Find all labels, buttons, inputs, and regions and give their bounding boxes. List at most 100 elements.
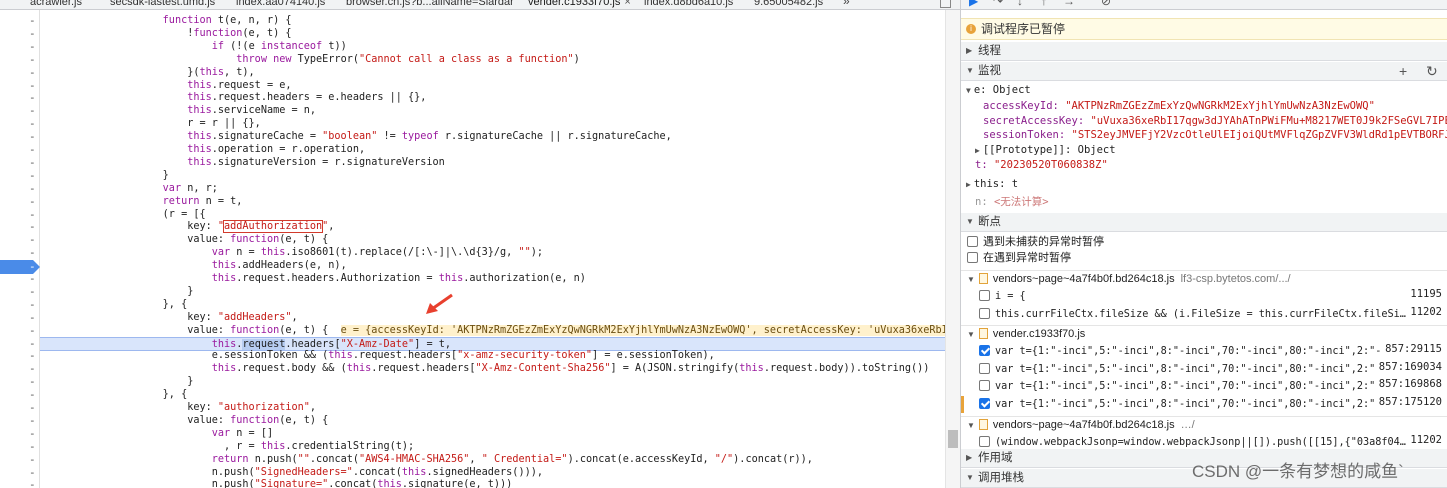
gutter-line[interactable]: - [0,414,40,427]
code-line[interactable]: this.request.headers = e.headers || {}, [40,91,945,104]
breakpoint-row[interactable]: var t={1:"-inci",5:"-inci",8:"-inci",70:… [961,343,1447,360]
step-into-icon[interactable]: ↓ [1017,0,1023,8]
code-line[interactable]: var n = this.iso8601(t).replace(/[:\-]|\… [40,246,945,259]
watch-secret-key[interactable]: secretAccessKey: "uVuxa36xeRbI17qgw3dJYA… [983,114,1447,129]
code-line[interactable]: key: "addAuthorization", [40,220,945,234]
watch-section-header[interactable]: ▼ 监视 + ↻ [961,62,1447,81]
close-tab-icon[interactable]: × [624,0,630,8]
code-line[interactable]: , r = this.credentialString(t); [40,440,945,453]
code-line[interactable]: if (!(e instanceof t)) [40,40,945,53]
deactivate-breakpoints-icon[interactable]: ⊘ [1101,0,1111,8]
gutter-line[interactable]: - [0,182,40,195]
code-line[interactable]: return n = t, [40,195,945,208]
gutter-line[interactable]: - [0,478,40,488]
breakpoint-row[interactable]: var t={1:"-inci",5:"-inci",8:"-inci",70:… [961,360,1447,378]
watch-access-key[interactable]: accessKeyId: "AKTPNzRmZGEzZmExYzQwNGRkM2… [983,99,1375,114]
code-line[interactable]: var n, r; [40,182,945,195]
breakpoint-checkbox[interactable] [979,398,990,409]
breakpoint-checkbox[interactable] [979,345,990,357]
breakpoint-checkbox[interactable] [979,362,990,374]
toggle-panel-icon[interactable] [940,0,951,8]
gutter-line[interactable]: - [0,169,40,182]
more-tabs-icon[interactable]: » [843,0,850,8]
gutter-line[interactable]: - [0,324,40,337]
watch-session-token[interactable]: sessionToken: "STS2eyJMVEFjY2VzcOtleUlEI… [983,128,1447,143]
code-line[interactable]: key: "authorization", [40,401,945,414]
gutter-line[interactable]: - [0,466,40,479]
code-editor[interactable]: ------------------------------------- fu… [0,10,945,488]
scrollbar-thumb[interactable] [948,430,958,448]
watch-t[interactable]: t: "20230520T060838Z" [975,158,1108,173]
gutter-line[interactable]: - [0,362,40,375]
code-line[interactable]: }, { [40,388,945,401]
code-line[interactable]: var n = [] [40,427,945,440]
code-line[interactable]: } [40,285,945,298]
breakpoint-file[interactable]: ▼ vendors~page~4a7f4b0f.bd264c18.js lf3-cs… [961,270,1447,287]
gutter-line[interactable]: - [0,14,40,27]
gutter-line[interactable]: - [0,117,40,130]
gutter-line[interactable]: - [0,130,40,143]
code-line[interactable]: (r = [{ [40,208,945,221]
step-icon[interactable]: → [1063,0,1075,8]
gutter-line[interactable]: - [0,79,40,92]
code-line[interactable]: value: function(e, t) { [40,233,945,246]
gutter-line[interactable]: - [0,298,40,311]
add-watch-icon[interactable]: + [1399,62,1407,80]
breakpoint-checkbox[interactable] [979,307,990,319]
threads-section-header[interactable]: ▶ 线程 [961,42,1447,61]
code-line[interactable]: throw new TypeError("Cannot call a class… [40,53,945,66]
code-line[interactable]: this.signatureCache = "boolean" != typeo… [40,130,945,143]
breakpoint-checkbox[interactable] [979,435,990,447]
code-line[interactable]: value: function(e, t) { [40,414,945,427]
code-line[interactable]: this.operation = r.operation, [40,143,945,156]
code-line[interactable]: this.serviceName = n, [40,104,945,117]
code-line[interactable]: e.sessionToken && (this.request.headers[… [40,349,945,362]
pause-uncaught-checkbox[interactable]: 遇到未捕获的异常时暂停 [967,234,1104,250]
breakpoint-file[interactable]: ▼ vendors~page~4a7f4b0f.bd264c18.js …/ [961,415,1447,433]
watch-prototype[interactable]: ▶ [[Prototype]]: Object [975,143,1116,158]
tab-6[interactable]: 9.65005482.js [754,0,823,9]
gutter-line[interactable]: - [0,220,40,233]
gutter-line[interactable]: - [0,285,40,298]
gutter-line[interactable]: - [0,375,40,388]
watch-e[interactable]: ▼ e: Object [966,83,1031,98]
code-line[interactable]: n.push("SignedHeaders=".concat(this.sign… [40,466,945,479]
code-line[interactable]: }(this, t), [40,66,945,79]
gutter-line[interactable]: - [0,337,40,350]
resume-icon[interactable]: ▶ [969,0,978,8]
line-gutter[interactable]: ------------------------------------- [0,10,40,488]
gutter-line[interactable]: - [0,66,40,79]
gutter-line[interactable]: - [0,53,40,66]
step-over-icon[interactable]: ↷ [993,0,1003,8]
current-execution-line[interactable]: this.request.headers["X-Amz-Date"] = t, [40,336,945,351]
code-line[interactable]: value: function(e, t) { e = {accessKeyId… [40,324,945,337]
gutter-line[interactable]: - [0,208,40,221]
code-line[interactable]: this.request.body && (this.request.heade… [40,362,945,375]
breakpoint-file[interactable]: ▼ vender.c1933f70.js [961,325,1447,342]
gutter-line[interactable]: - [0,440,40,453]
breakpoint-checkbox[interactable] [979,380,990,392]
breakpoint-row[interactable]: i = {11195 [961,288,1447,305]
gutter-line[interactable]: - [0,401,40,414]
code-line[interactable]: }, { [40,298,945,311]
tab-4[interactable]: vender.c1933f70.js × [528,0,631,9]
tab-5[interactable]: index.d8bd6a10.js [644,0,733,9]
gutter-line[interactable]: - [0,427,40,440]
gutter-line[interactable]: - [0,349,40,362]
step-out-icon[interactable]: ↑ [1041,0,1047,8]
gutter-line[interactable]: - [0,27,40,40]
gutter-line[interactable]: - [0,233,40,246]
code-line[interactable]: function t(e, n, r) { [40,14,945,27]
breakpoint-row[interactable]: var t={1:"-inci",5:"-inci",8:"-inci",70:… [961,396,1447,413]
tab-0[interactable]: acrawler.js [30,0,82,9]
breakpoint-row[interactable]: this.currFileCtx.fileSize && (i.FileSize… [961,305,1447,323]
breakpoint-marker[interactable]: - [0,260,40,274]
code-line[interactable]: n.push("Signature=".concat(this.signatur… [40,478,945,488]
gutter-line[interactable]: - [0,40,40,53]
watch-this[interactable]: ▶ this: t [966,177,1018,192]
gutter-line[interactable]: - [0,104,40,117]
code-line[interactable]: !function(e, t) { [40,27,945,40]
tab-1[interactable]: secsdk-lastest.umd.js [110,0,215,9]
breakpoint-checkbox[interactable] [979,290,990,301]
breakpoint-row[interactable]: var t={1:"-inci",5:"-inci",8:"-inci",70:… [961,378,1447,395]
